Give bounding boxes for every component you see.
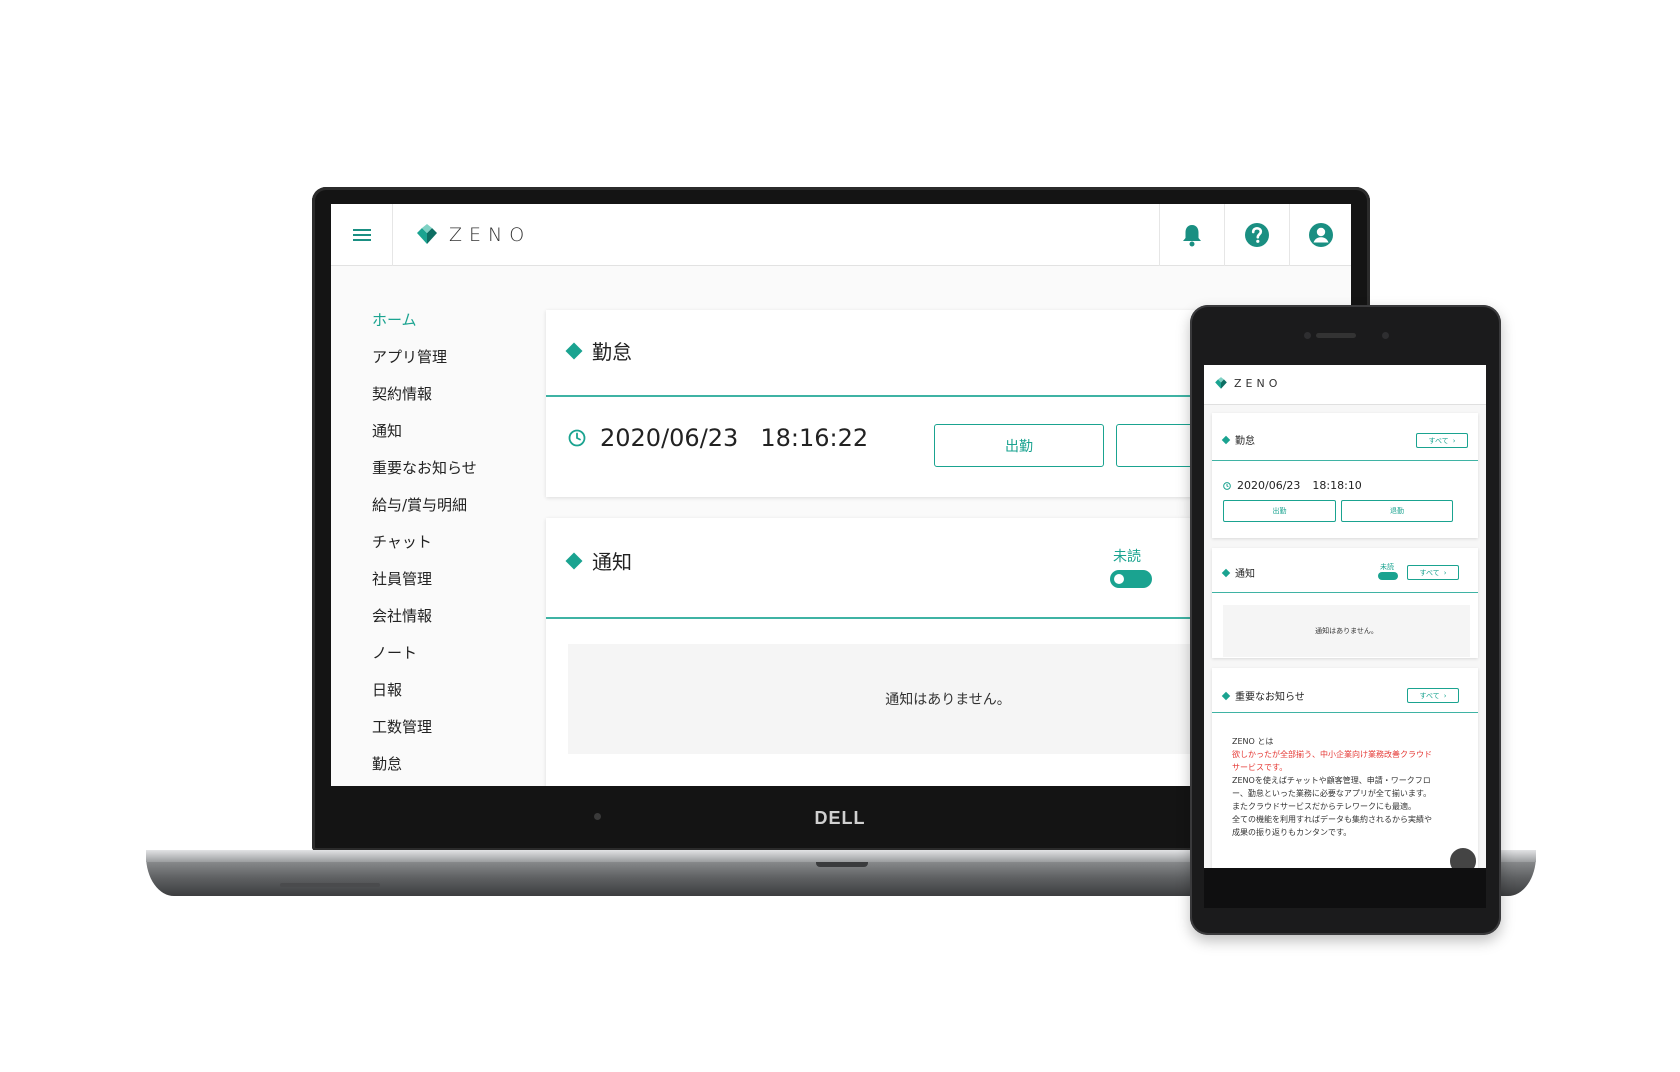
phone-current-date: 2020/06/23 — [1237, 479, 1301, 492]
phone-notifications-title-text: 通知 — [1235, 569, 1255, 580]
card-divider — [1212, 592, 1478, 593]
phone-unread-label: 未読 — [1380, 563, 1394, 571]
announcement-line: ZENOを使えばチャットや顧客管理、申請・ワークフロ — [1232, 776, 1431, 785]
dell-logo: DELL — [814, 808, 866, 828]
chevron-right-icon: › — [1443, 691, 1447, 700]
zeno-logo-icon — [417, 224, 437, 244]
zeno-logo-icon — [1215, 377, 1227, 389]
current-date: 2020/06/23 — [600, 424, 739, 452]
notifications-title-text: 通知 — [592, 550, 632, 574]
card-divider — [1212, 460, 1478, 461]
phone-logo-text: ZENO — [1234, 377, 1282, 390]
attendance-card-title: 勤怠 — [565, 336, 632, 365]
phone-zeno-logo[interactable]: ZENO — [1214, 377, 1281, 390]
bell-icon — [1183, 225, 1201, 247]
phone-sensor — [1304, 332, 1311, 339]
announcement-line: 成果の振り返りもカンタンです。 — [1232, 828, 1352, 837]
help-button[interactable] — [1224, 204, 1289, 266]
phone-clock-in-button[interactable]: 出勤 — [1223, 500, 1336, 522]
chevron-right-icon: › — [1443, 568, 1447, 577]
sidebar-item-attendance[interactable]: 勤怠 — [372, 753, 402, 774]
announcement-line: 全ての機能を利用すればデータも集約されるから実績や — [1232, 815, 1432, 824]
all-label: すべて — [1419, 568, 1440, 577]
phone-screen: ZENO 勤怠 すべて › 2020/06/23 18:18:10 出勤 退勤 通… — [1204, 365, 1486, 868]
announcement-line: ZENO とは — [1232, 737, 1274, 746]
sidebar-item-daily-report[interactable]: 日報 — [372, 679, 402, 700]
current-time: 18:16:22 — [760, 424, 869, 452]
sidebar-item-employee-management[interactable]: 社員管理 — [372, 568, 432, 589]
clock-icon — [1223, 481, 1231, 490]
diamond-icon — [1221, 691, 1231, 700]
phone-top-bar: ZENO — [1204, 365, 1486, 405]
phone-bottom-bezel — [1204, 868, 1486, 908]
phone-front-camera — [1382, 332, 1389, 339]
all-label: すべて — [1428, 436, 1449, 445]
sidebar-item-chat[interactable]: チャット — [372, 531, 432, 552]
diamond-icon — [565, 552, 583, 569]
sidebar: ホーム アプリ管理 契約情報 通知 重要なお知らせ 給与/賞与明細 チャット 社… — [331, 266, 531, 786]
clock-in-button[interactable]: 出勤 — [934, 424, 1104, 467]
chevron-right-icon: › — [1452, 436, 1456, 445]
menu-button[interactable] — [331, 204, 393, 266]
announcement-line: ー、勤怠といった業務に必要なアプリが全て揃います。 — [1232, 789, 1432, 798]
announcement-line: サービスです。 — [1232, 763, 1288, 772]
phone-announcements-title: 重要なお知らせ — [1221, 688, 1305, 703]
account-button[interactable] — [1289, 204, 1351, 266]
all-label: すべて — [1419, 691, 1440, 700]
announcement-line: またクラウドサービスだからテレワークにも最適。 — [1232, 802, 1416, 811]
top-bar: ZENO — [331, 204, 1351, 266]
phone-current-time: 18:18:10 — [1312, 479, 1362, 492]
phone-notifications-all-button[interactable]: すべて › — [1407, 565, 1459, 580]
sidebar-item-notes[interactable]: ノート — [372, 642, 417, 663]
phone-attendance-all-button[interactable]: すべて › — [1416, 433, 1468, 448]
sidebar-item-home[interactable]: ホーム — [372, 309, 417, 330]
phone-notifications-card: 通知 未読 すべて › 通知はありません。 — [1212, 548, 1478, 658]
diamond-icon — [565, 342, 583, 359]
notifications-card-title: 通知 — [565, 546, 632, 575]
help-icon — [1245, 223, 1269, 247]
phone-attendance-title-text: 勤怠 — [1235, 436, 1255, 447]
phone-speaker — [1316, 333, 1356, 338]
phone-announcements-title-text: 重要なお知らせ — [1235, 692, 1305, 703]
card-divider — [1212, 712, 1478, 713]
chat-bubble-button[interactable] — [1448, 846, 1478, 868]
hamburger-icon — [352, 226, 371, 244]
notification-button[interactable] — [1159, 204, 1224, 266]
phone-clock-out-button[interactable]: 退勤 — [1341, 500, 1453, 522]
phone-announcements-card: 重要なお知らせ すべて › ZENO とは 欲しかったが全部揃う、中小企業向け業務… — [1212, 668, 1478, 868]
announcement-line: 欲しかったが全部揃う、中小企業向け業務改善クラウド — [1232, 750, 1432, 759]
sidebar-item-important-notices[interactable]: 重要なお知らせ — [372, 457, 477, 478]
unread-toggle[interactable] — [1110, 570, 1152, 588]
unread-toggle-label: 未読 — [1113, 549, 1141, 565]
sidebar-item-company-info[interactable]: 会社情報 — [372, 605, 432, 626]
clock-icon — [568, 429, 586, 447]
phone-notifications-title: 通知 — [1221, 565, 1255, 580]
laptop-vent — [280, 883, 380, 887]
sidebar-item-notifications[interactable]: 通知 — [372, 420, 402, 441]
phone-notifications-empty-state: 通知はありません。 — [1223, 605, 1470, 657]
account-icon — [1308, 223, 1333, 247]
diamond-icon — [1221, 435, 1231, 444]
sidebar-item-payslips[interactable]: 給与/賞与明細 — [372, 494, 467, 515]
logo-text: ZENO — [449, 224, 532, 246]
laptop-webcam — [594, 813, 601, 820]
attendance-title-text: 勤怠 — [592, 340, 632, 364]
clock-row: 2020/06/23 18:16:22 — [568, 424, 868, 452]
phone-unread-toggle[interactable] — [1378, 572, 1398, 580]
phone-clock-row: 2020/06/23 18:18:10 — [1223, 479, 1362, 492]
phone-attendance-title: 勤怠 — [1221, 432, 1255, 447]
phone-attendance-card: 勤怠 すべて › 2020/06/23 18:18:10 出勤 退勤 — [1212, 413, 1478, 538]
zeno-logo[interactable]: ZENO — [415, 204, 531, 266]
sidebar-item-app-management[interactable]: アプリ管理 — [372, 346, 447, 367]
sidebar-item-man-hours[interactable]: 工数管理 — [372, 716, 432, 737]
diamond-icon — [1221, 568, 1231, 577]
laptop-opening-notch — [816, 862, 868, 867]
phone-announcements-all-button[interactable]: すべて › — [1407, 688, 1459, 703]
sidebar-item-contract-info[interactable]: 契約情報 — [372, 383, 432, 404]
